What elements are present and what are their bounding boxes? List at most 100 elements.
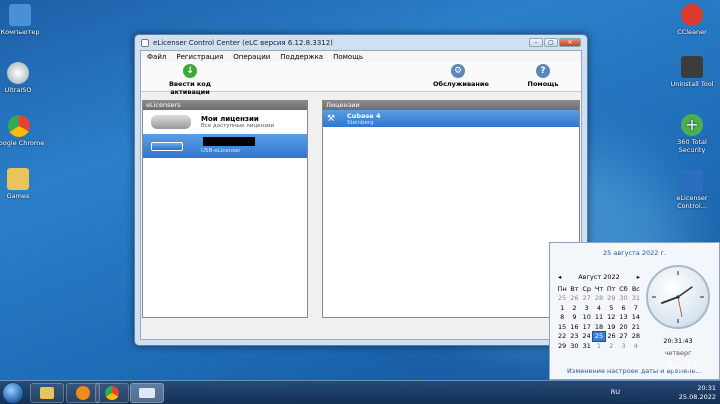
minimize-button[interactable]: –: [529, 38, 543, 47]
wrench-icon: ⚒: [327, 113, 336, 124]
maintenance-button[interactable]: ⚙ Обслуживание: [433, 64, 489, 88]
calendar-day[interactable]: 18: [593, 322, 605, 332]
calendar-day[interactable]: 25: [556, 294, 568, 304]
help-button[interactable]: ? Помощь: [523, 64, 563, 88]
calendar-day[interactable]: 3: [617, 341, 629, 351]
next-month-arrow[interactable]: ▸: [637, 273, 640, 281]
clock-face-icon: [652, 271, 704, 323]
weekday-header: Пн: [557, 284, 567, 293]
computer-icon: [9, 4, 31, 26]
language-indicator[interactable]: RU: [611, 388, 620, 396]
elicenser-window[interactable]: eLicenser Control Center (eLC версия 6.1…: [134, 34, 588, 346]
calendar-day[interactable]: 30: [617, 294, 629, 304]
close-button[interactable]: ✕: [559, 38, 581, 47]
license-row-cubase[interactable]: ⚒ Cubase 4 Steinberg: [323, 110, 579, 127]
calendar-day[interactable]: 31: [581, 341, 593, 351]
calendar-day[interactable]: 2: [568, 303, 580, 313]
menu-file[interactable]: Файл: [147, 53, 166, 61]
app-icon: [141, 38, 149, 47]
menu-bar: Файл Регистрация Операции Поддержка Помо…: [141, 51, 581, 62]
usb-stick-icon: [151, 141, 183, 151]
keys-icon: [151, 115, 191, 129]
calendar-day[interactable]: 2: [605, 341, 617, 351]
month-label[interactable]: Август 2022: [578, 273, 620, 281]
maximize-button[interactable]: ▢: [544, 38, 558, 47]
start-button[interactable]: [2, 382, 24, 404]
chrome-icon: [105, 386, 119, 400]
calendar-day[interactable]: 29: [556, 341, 568, 351]
weekday-label: четверг: [664, 349, 692, 357]
plus-icon: +: [681, 114, 703, 136]
calendar-day[interactable]: 28: [630, 332, 642, 342]
calendar-day[interactable]: 9: [568, 313, 580, 323]
menu-operations[interactable]: Операции: [233, 53, 270, 61]
calendar-day[interactable]: 23: [568, 332, 580, 342]
calendar-day[interactable]: 24: [581, 332, 593, 342]
calendar-day[interactable]: 13: [617, 313, 629, 323]
weekday-header: Сб: [619, 284, 628, 293]
calendar-day[interactable]: 29: [605, 294, 617, 304]
title-bar[interactable]: eLicenser Control Center (eLC версия 6.1…: [135, 35, 587, 50]
ccleaner-icon: [681, 4, 703, 26]
calendar-day[interactable]: 19: [605, 322, 617, 332]
calendar-day[interactable]: 5: [605, 303, 617, 313]
weekday-header: Пт: [606, 284, 616, 293]
desktop-icon-ccleaner[interactable]: CCleaner: [664, 4, 720, 36]
tray-clock[interactable]: 20:31 25.08.2022: [679, 384, 716, 402]
menu-registration[interactable]: Регистрация: [176, 53, 223, 61]
calendar-day[interactable]: 30: [568, 341, 580, 351]
calendar-day[interactable]: 15: [556, 322, 568, 332]
licenses-panel-header: Лицензии: [323, 101, 579, 110]
calendar-day[interactable]: 27: [581, 294, 593, 304]
taskbar: RU 20:31 25.08.2022: [0, 380, 720, 404]
calendar-day[interactable]: 16: [568, 322, 580, 332]
calendar-day-today[interactable]: 25: [592, 331, 606, 342]
desktop-icon-computer[interactable]: Компьютер: [0, 4, 48, 36]
calendar-day[interactable]: 1: [556, 303, 568, 313]
calendar-day[interactable]: 28: [593, 294, 605, 304]
calendar-day[interactable]: 12: [605, 313, 617, 323]
calendar-day[interactable]: 27: [617, 332, 629, 342]
calendar-day[interactable]: 20: [617, 322, 629, 332]
calendar-day[interactable]: 17: [581, 322, 593, 332]
calendar-day[interactable]: 11: [593, 313, 605, 323]
window-client: Файл Регистрация Операции Поддержка Помо…: [140, 50, 582, 340]
calendar-day[interactable]: 22: [556, 332, 568, 342]
my-licenses-item[interactable]: Мои лицензии Все доступные лицензии: [143, 110, 307, 134]
calendar-day[interactable]: 26: [568, 294, 580, 304]
desktop-icon-360-security[interactable]: + 360 Total Security: [664, 114, 720, 154]
usb-elicenser-item[interactable]: USB-eLicenser: [143, 134, 307, 158]
calendar-day[interactable]: 4: [630, 341, 642, 351]
weekday-header: Ср: [582, 284, 592, 293]
elicenser-icon: [139, 388, 155, 398]
desktop-icon-uninstall-tool[interactable]: Uninstall Tool: [664, 56, 720, 88]
calendar-day[interactable]: 7: [630, 303, 642, 313]
calendar-day[interactable]: 26: [605, 332, 617, 342]
taskbar-explorer[interactable]: [30, 383, 64, 403]
analog-clock: [646, 265, 710, 329]
calendar-day[interactable]: 8: [556, 313, 568, 323]
menu-help[interactable]: Помощь: [333, 53, 363, 61]
desktop-icon-games[interactable]: Games: [0, 168, 46, 200]
desktop-icon-elicenser[interactable]: eLicenser Control...: [664, 170, 720, 210]
calendar-day[interactable]: 10: [581, 313, 593, 323]
calendar-day[interactable]: 14: [630, 313, 642, 323]
enter-activation-code-button[interactable]: ↓ Ввести код активации: [155, 64, 225, 96]
calendar-day[interactable]: 21: [630, 322, 642, 332]
calendar-day[interactable]: 1: [593, 341, 605, 351]
taskbar-elicenser[interactable]: [130, 383, 164, 403]
folder-icon: [7, 168, 29, 190]
prev-month-arrow[interactable]: ◂: [558, 273, 561, 281]
menu-support[interactable]: Поддержка: [280, 53, 323, 61]
desktop-icon-ultraiso[interactable]: UltraISO: [0, 62, 46, 94]
weekday-header: Вт: [570, 284, 579, 293]
popup-date-header[interactable]: 25 августа 2022 г.: [550, 249, 719, 257]
calendar-day[interactable]: 4: [593, 303, 605, 313]
desktop-icon-chrome[interactable]: Google Chrome: [0, 115, 47, 147]
calendar-day[interactable]: 6: [617, 303, 629, 313]
toolbar: ↓ Ввести код активации ⚙ Обслуживание ? …: [141, 62, 581, 96]
elicenser-icon: [681, 170, 703, 192]
taskbar-chrome[interactable]: [95, 383, 129, 403]
calendar-day[interactable]: 3: [581, 303, 593, 313]
calendar-day[interactable]: 31: [630, 294, 642, 304]
